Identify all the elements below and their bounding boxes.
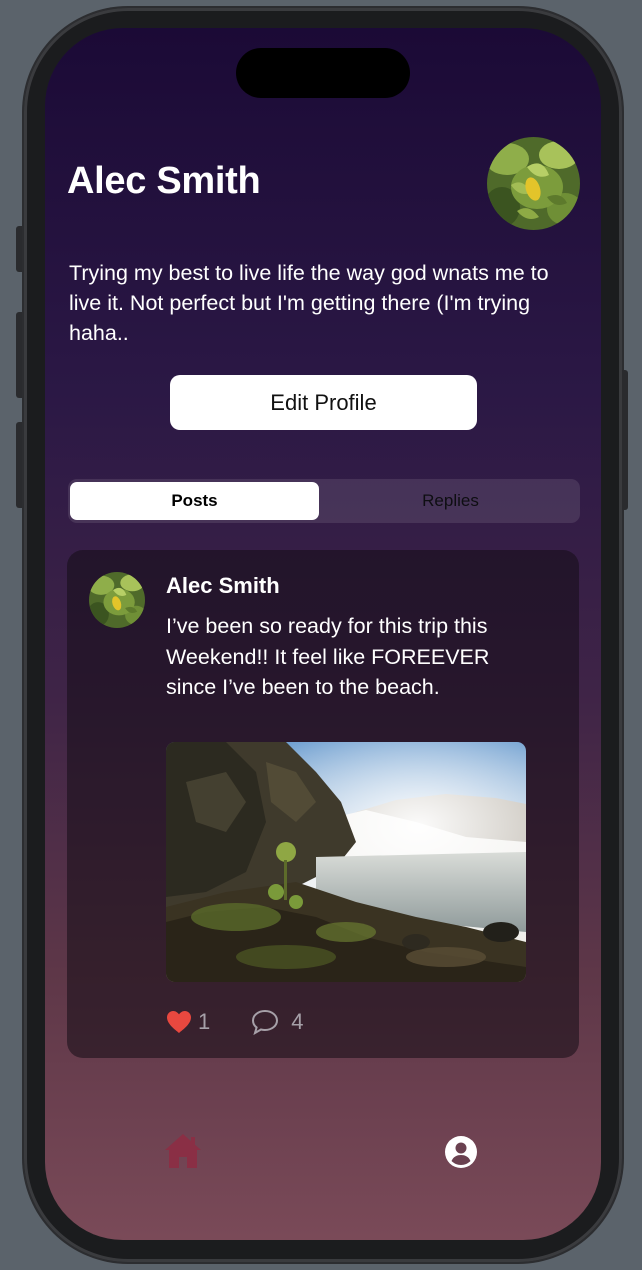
tab-replies[interactable]: Replies: [326, 482, 575, 520]
post-author-name[interactable]: Alec Smith: [166, 573, 280, 599]
avatar-image: [487, 137, 580, 230]
person-circle-icon: [445, 1136, 477, 1168]
comment-action[interactable]: 4: [251, 1009, 304, 1035]
post-image[interactable]: [166, 742, 526, 982]
comment-count: 4: [291, 1009, 304, 1034]
heart-filled-icon: [167, 1011, 191, 1033]
tabbar-profile-button[interactable]: [445, 1136, 477, 1168]
app-screen: Alec Smith Trying my best to live life t…: [45, 28, 601, 1240]
profile-name: Alec Smith: [67, 160, 261, 202]
waterfall-photo: [166, 742, 526, 982]
post-text: I’ve been so ready for this trip this We…: [166, 614, 490, 699]
avatar-image: [89, 572, 145, 628]
like-count: 1: [198, 1009, 211, 1034]
profile-avatar[interactable]: [487, 137, 580, 230]
dynamic-island: [236, 48, 410, 98]
posts-replies-segmented-control: Posts Replies: [68, 479, 580, 523]
power-button: [622, 370, 628, 510]
post-actions: 1 4: [166, 1007, 304, 1037]
comment-bubble-icon: [252, 1009, 279, 1035]
volume-up-button: [16, 312, 22, 398]
edit-profile-button[interactable]: Edit Profile: [170, 375, 477, 430]
post-card[interactable]: Alec Smith I’ve been so ready for this t…: [67, 550, 579, 1058]
volume-down-button: [16, 422, 22, 508]
tab-posts[interactable]: Posts: [70, 482, 319, 520]
tabbar-home-button[interactable]: [163, 1132, 203, 1170]
house-icon: [165, 1134, 201, 1168]
profile-bio: Trying my best to live life the way god …: [69, 261, 549, 345]
like-action[interactable]: 1: [166, 1009, 210, 1035]
mute-switch: [16, 226, 22, 272]
post-author-avatar[interactable]: [89, 572, 145, 628]
